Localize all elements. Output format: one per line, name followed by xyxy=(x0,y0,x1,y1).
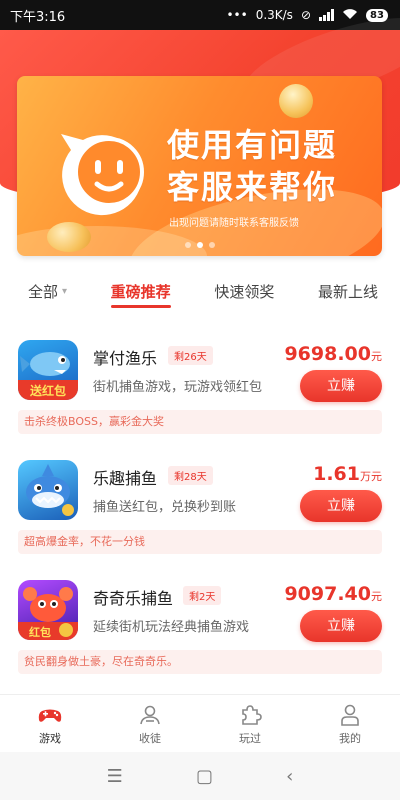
game-card[interactable]: 红包 奇奇乐捕鱼 剩2天 延续街机玩法经典捕鱼游戏 9097.40元 立赚 贫民… xyxy=(18,580,382,680)
tab-featured-label: 重磅推荐 xyxy=(110,283,171,301)
nav-games[interactable]: 游戏 xyxy=(0,695,100,752)
days-remaining-badge: 剩2天 xyxy=(183,586,222,605)
network-speed: 0.3K/s xyxy=(255,8,293,22)
banner-subtext: 出现问题请随时联系客服反馈 xyxy=(169,218,299,229)
reward-value: 9698.00 xyxy=(284,343,371,365)
tab-quick-reward-label: 快速领奖 xyxy=(214,283,275,301)
game-description: 街机捕鱼游戏，玩游戏领红包 xyxy=(93,380,263,395)
nav-profile[interactable]: 我的 xyxy=(300,695,400,752)
carousel-dot[interactable] xyxy=(184,242,191,248)
tab-quick-reward[interactable]: 快速领奖 xyxy=(214,280,274,314)
back-icon[interactable]: ‹ xyxy=(286,766,293,787)
days-remaining-badge: 剩26天 xyxy=(168,346,213,365)
tab-featured[interactable]: 重磅推荐 xyxy=(110,280,171,314)
active-tab-indicator xyxy=(110,305,171,308)
gamepad-icon xyxy=(38,709,62,722)
game-icon-label: 送红包 xyxy=(29,383,66,398)
nav-played-label: 玩过 xyxy=(239,731,261,745)
wifi-icon xyxy=(342,8,358,23)
menu-icon[interactable]: ☰ xyxy=(107,766,123,787)
shark-game-icon[interactable] xyxy=(18,460,78,520)
notification-dots: ••• xyxy=(226,8,248,22)
game-card[interactable]: 乐趣捕鱼 剩28天 捕鱼送红包，兑换秒到账 1.61万元 立赚 超高爆金率，不花… xyxy=(18,460,382,560)
category-tabs: 全部 ▾ 重磅推荐 快速领奖 最新上线 xyxy=(0,280,400,314)
users-icon xyxy=(140,705,160,724)
coin-icon xyxy=(274,79,318,123)
game-tip: 击杀终极BOSS，赢彩金大奖 xyxy=(18,410,382,434)
game-name: 乐趣捕鱼 xyxy=(93,469,158,488)
chat-mascot-icon xyxy=(61,134,144,216)
crab-game-icon[interactable]: 红包 xyxy=(18,580,78,640)
tab-new-release[interactable]: 最新上线 xyxy=(318,280,378,314)
reward-value: 1.61 xyxy=(313,463,360,485)
reward-amount: 9698.00元 xyxy=(284,343,382,365)
game-name: 掌付渔乐 xyxy=(93,349,158,368)
banner-headline-line2: 客服来帮你 xyxy=(167,168,338,206)
carousel-dot-active[interactable] xyxy=(196,242,203,248)
nav-apprentice[interactable]: 收徒 xyxy=(100,695,200,752)
no-sim-icon: ⊘ xyxy=(300,8,311,22)
earn-button[interactable]: 立赚 xyxy=(300,490,382,522)
nav-profile-label: 我的 xyxy=(339,731,361,745)
status-bar: 下午3:16 ••• 0.3K/s ⊘ 83 xyxy=(0,0,400,30)
tab-all-label: 全部 xyxy=(28,283,59,301)
customer-service-banner[interactable]: 使用有问题 客服来帮你 出现问题请随时联系客服反馈 xyxy=(17,76,382,256)
person-icon xyxy=(341,704,359,726)
carousel-dot[interactable] xyxy=(208,242,215,248)
game-icon-label: 红包 xyxy=(29,625,51,639)
reward-unit: 元 xyxy=(371,590,382,603)
nav-played[interactable]: 玩过 xyxy=(200,695,300,752)
bottom-nav: 游戏 收徒 玩过 我的 xyxy=(0,694,400,752)
banner-headline: 使用有问题 客服来帮你 xyxy=(167,124,337,208)
status-icons: ••• 0.3K/s ⊘ 83 xyxy=(226,8,388,23)
earn-button[interactable]: 立赚 xyxy=(300,610,382,642)
reward-amount: 9097.40元 xyxy=(284,583,382,605)
game-tip: 贫民翻身做土豪，尽在奇奇乐。 xyxy=(18,650,382,674)
chevron-down-icon: ▾ xyxy=(62,286,68,297)
banner-headline-line1: 使用有问题 xyxy=(167,126,338,164)
home-icon[interactable]: ▢ xyxy=(196,766,213,787)
reward-unit: 万元 xyxy=(360,470,382,483)
earn-button[interactable]: 立赚 xyxy=(300,370,382,402)
carousel-dots xyxy=(17,242,382,248)
game-description: 捕鱼送红包，兑换秒到账 xyxy=(93,500,237,515)
system-nav-bar: ☰ ▢ ‹ xyxy=(0,752,400,800)
days-remaining-badge: 剩28天 xyxy=(168,466,213,485)
reward-unit: 元 xyxy=(371,350,382,363)
game-card[interactable]: 送红包 掌付渔乐 剩26天 街机捕鱼游戏，玩游戏领红包 9698.00元 立赚 … xyxy=(18,340,382,440)
app-screen: 下午3:16 ••• 0.3K/s ⊘ 83 使用有问题 客服来帮你 出现问题请… xyxy=(0,0,400,800)
game-tip: 超高爆金率，不花一分钱 xyxy=(18,530,382,554)
reward-amount: 1.61万元 xyxy=(313,463,382,485)
signal-icon xyxy=(319,9,334,21)
nav-apprentice-label: 收徒 xyxy=(139,731,161,745)
status-time: 下午3:16 xyxy=(10,9,66,25)
reward-value: 9097.40 xyxy=(284,583,371,605)
nav-games-label: 游戏 xyxy=(39,731,61,745)
fish-game-icon[interactable]: 送红包 xyxy=(18,340,78,400)
game-description: 延续街机玩法经典捕鱼游戏 xyxy=(93,620,250,635)
game-name: 奇奇乐捕鱼 xyxy=(93,589,174,608)
tab-new-release-label: 最新上线 xyxy=(317,283,378,301)
puzzle-icon xyxy=(242,704,262,725)
tab-all[interactable]: 全部 ▾ xyxy=(28,280,67,314)
